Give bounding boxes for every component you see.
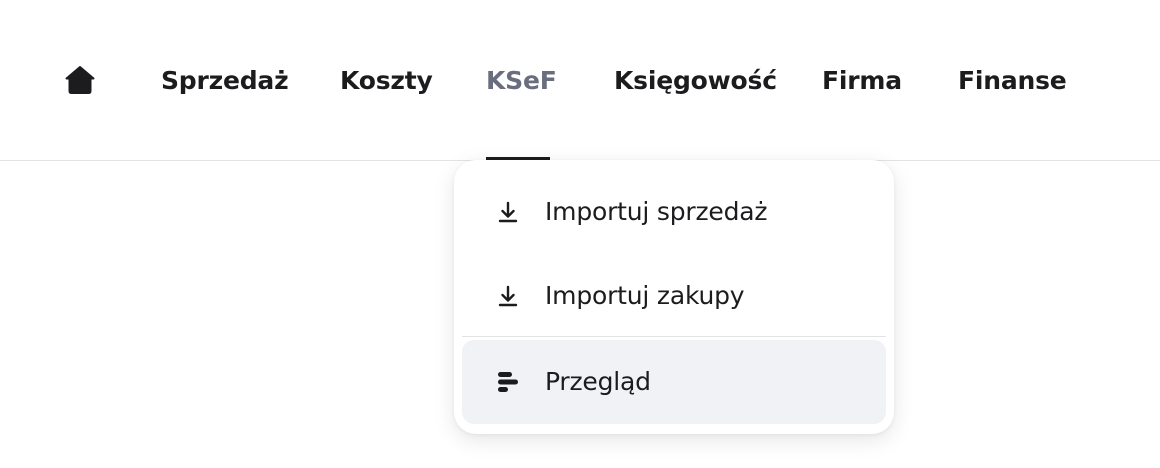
overview-bars-icon [494, 368, 522, 396]
menu-item-label: Importuj zakupy [545, 281, 745, 310]
nav-item-ksef[interactable]: KSeF [486, 62, 557, 100]
home-icon[interactable] [64, 64, 96, 96]
menu-item-label: Importuj sprzedaż [545, 197, 768, 226]
top-navigation-bar: Sprzedaż Koszty KSeF Księgowość Firma Fi… [0, 0, 1160, 161]
nav-item-finanse[interactable]: Finanse [958, 62, 1067, 100]
menu-item-przeglad[interactable]: Przegląd [462, 340, 886, 424]
nav-item-ksiegowosc[interactable]: Księgowość [614, 62, 777, 100]
download-icon [494, 198, 522, 226]
menu-item-importuj-zakupy[interactable]: Importuj zakupy [462, 254, 886, 338]
menu-divider [462, 336, 886, 337]
menu-item-label: Przegląd [545, 367, 651, 396]
download-icon [494, 282, 522, 310]
menu-item-importuj-sprzedaz[interactable]: Importuj sprzedaż [462, 170, 886, 254]
nav-item-firma[interactable]: Firma [822, 62, 902, 100]
nav-item-koszty[interactable]: Koszty [340, 62, 433, 100]
ksef-dropdown-menu: Importuj sprzedaż Importuj zakupy Przegl… [454, 160, 894, 434]
nav-item-sprzedaz[interactable]: Sprzedaż [161, 62, 289, 100]
